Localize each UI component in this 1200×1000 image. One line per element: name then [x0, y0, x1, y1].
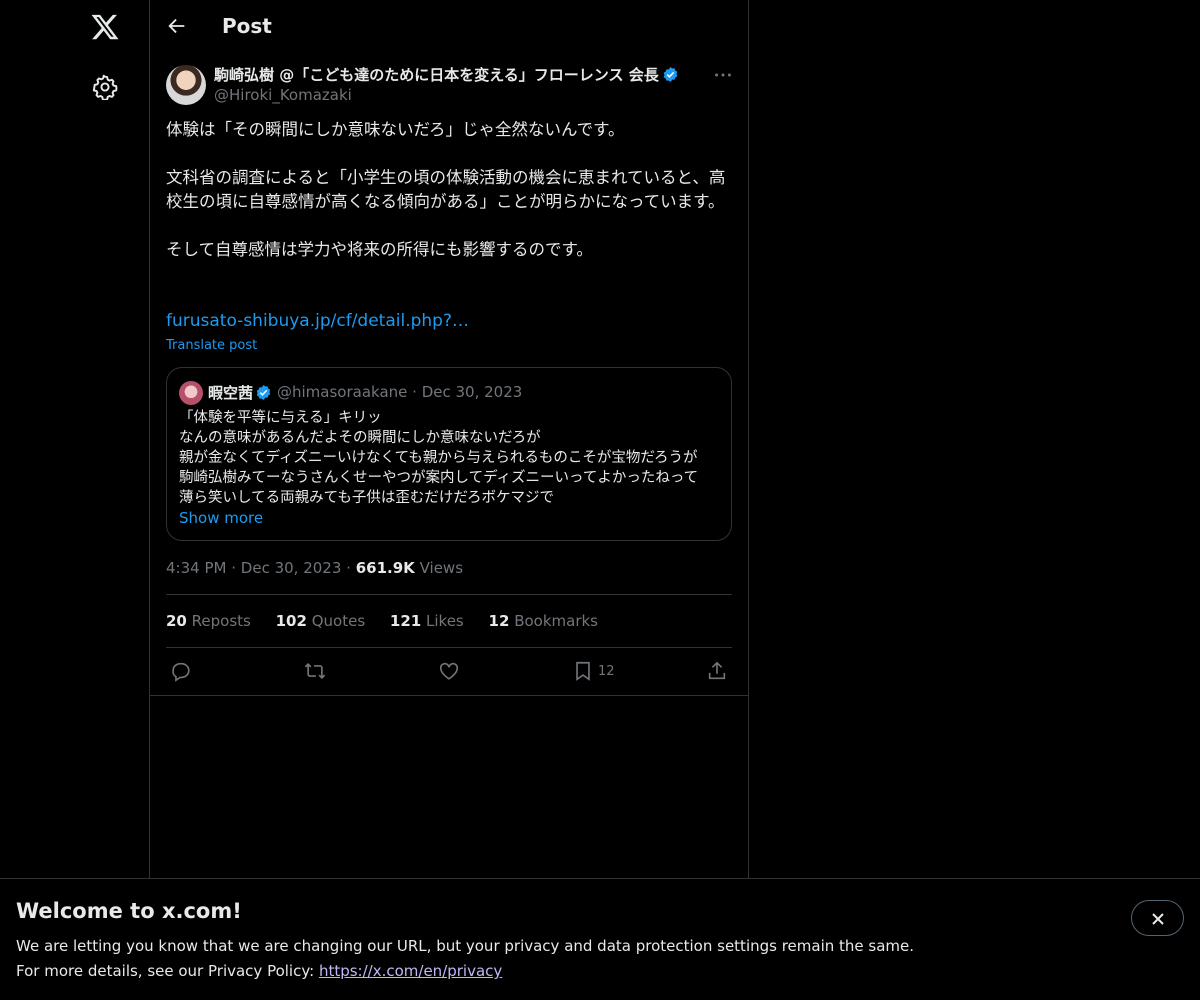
reposts-count: 20 [166, 612, 187, 630]
quotes-label: Quotes [311, 612, 366, 630]
main-column: Post 駒崎弘樹 @「こども達のために日本を変える」フローレンス 会長 @Hi… [149, 0, 749, 1000]
quote-avatar [179, 381, 203, 405]
quote-line: 「体験を平等に与える」キリッ [179, 410, 382, 426]
close-banner-button[interactable] [1131, 900, 1184, 936]
quote-line: 薄ら笑いしてる両親みても子供は歪むだけだろボケマジで [179, 490, 554, 506]
bookmarks-count: 12 [488, 612, 510, 630]
back-arrow-icon[interactable] [166, 15, 188, 37]
translate-post-link[interactable]: Translate post [166, 338, 257, 353]
show-more-link[interactable]: Show more [179, 509, 263, 527]
likes-stat[interactable]: 121 Likes [390, 612, 464, 630]
post-paragraph: 体験は「その瞬間にしか意味ないだろ」じゃ全然ないんです。 [166, 120, 625, 139]
post-time[interactable]: 4:34 PM [166, 559, 226, 577]
bookmarks-stat[interactable]: 12 Bookmarks [489, 612, 598, 630]
post-paragraph: そして自尊感情は学力や将来の所得にも影響するのです。 [166, 240, 593, 259]
divider [166, 647, 732, 648]
banner-policy-prefix: For more details, see our Privacy Policy… [16, 962, 319, 980]
banner-title: Welcome to x.com! [16, 899, 242, 923]
quote-line: 駒崎弘樹みてーなうさんくせーやつが案内してディズニーいってよかったねって [179, 470, 699, 486]
gear-icon[interactable] [92, 74, 118, 100]
post-paragraph: 文科省の調査によると「小学生の頃の体験活動の機会に恵まれていると、高校生の頃に自… [166, 168, 726, 211]
reply-icon[interactable] [170, 660, 192, 682]
x-logo-icon[interactable] [90, 12, 120, 42]
verified-badge-icon [256, 385, 271, 400]
avatar[interactable] [166, 65, 206, 105]
reposts-label: Reposts [191, 612, 251, 630]
banner-text: We are letting you know that we are chan… [16, 937, 915, 955]
close-icon [1152, 913, 1164, 925]
quotes-count: 102 [275, 612, 307, 630]
views-count: 661.9K [355, 559, 415, 577]
quoted-post[interactable]: 暇空茜 @himasoraakane · Dec 30, 2023 「体験を平等… [166, 367, 732, 541]
quote-line: なんの意味があるんだよその瞬間にしか意味ないだろが [179, 430, 541, 446]
quote-line: 親が金なくてディズニーいけなくても親から与えられるものこそが宝物だろうが [179, 450, 698, 466]
separator-dot: · [231, 559, 237, 577]
author-name[interactable]: 駒崎弘樹 @「こども達のために日本を変える」フローレンス 会長 [214, 64, 679, 85]
verified-badge-icon [663, 67, 677, 82]
more-options-icon[interactable] [712, 64, 734, 86]
post-body: 体験は「その瞬間にしか意味ないだろ」じゃ全然ないんです。 文科省の調査によると「… [166, 118, 736, 286]
quote-text: 「体験を平等に与える」キリッ なんの意味があるんだよその瞬間にしか意味ないだろが… [179, 408, 724, 508]
banner-policy-text: For more details, see our Privacy Policy… [16, 962, 502, 980]
author-name-text: 駒崎弘樹 @「こども達のために日本を変える」フローレンス 会長 [214, 66, 659, 84]
top-bar: Post [150, 0, 748, 54]
likes-label: Likes [426, 612, 464, 630]
quote-meta: @himasoraakane · Dec 30, 2023 [277, 383, 522, 401]
quote-date: Dec 30, 2023 [421, 383, 523, 401]
left-nav [0, 0, 150, 1000]
likes-count: 121 [389, 612, 422, 630]
action-bar: 12 [150, 656, 748, 688]
divider [166, 594, 732, 595]
separator-dot: · [412, 383, 417, 401]
post-date[interactable]: Dec 30, 2023 [241, 559, 342, 577]
quote-author-name: 暇空茜 [208, 384, 254, 402]
share-icon[interactable] [706, 660, 728, 682]
url-change-banner: Welcome to x.com! We are letting you kno… [0, 878, 1200, 1000]
divider [150, 695, 748, 696]
bookmark-count: 12 [598, 664, 615, 679]
post-meta: 4:34 PM · Dec 30, 2023 · 661.9K Views [166, 559, 463, 577]
reposts-stat[interactable]: 20 Reposts [166, 612, 251, 630]
quotes-stat[interactable]: 102 Quotes [276, 612, 366, 630]
bookmarks-label: Bookmarks [514, 612, 598, 630]
bookmark-icon[interactable] [572, 660, 594, 682]
quote-handle: @himasoraakane [277, 383, 408, 401]
author-handle[interactable]: @Hiroki_Komazaki [214, 86, 352, 104]
privacy-policy-link[interactable]: https://x.com/en/privacy [319, 962, 502, 980]
views-label: Views [419, 559, 464, 577]
separator-dot: · [346, 559, 351, 577]
repost-icon[interactable] [304, 660, 326, 682]
like-icon[interactable] [438, 660, 460, 682]
page-title: Post [222, 14, 272, 38]
post-stats: 20 Reposts 102 Quotes 121 Likes 12 Bookm… [166, 612, 618, 630]
post-link[interactable]: furusato-shibuya.jp/cf/detail.php?… [166, 311, 469, 331]
